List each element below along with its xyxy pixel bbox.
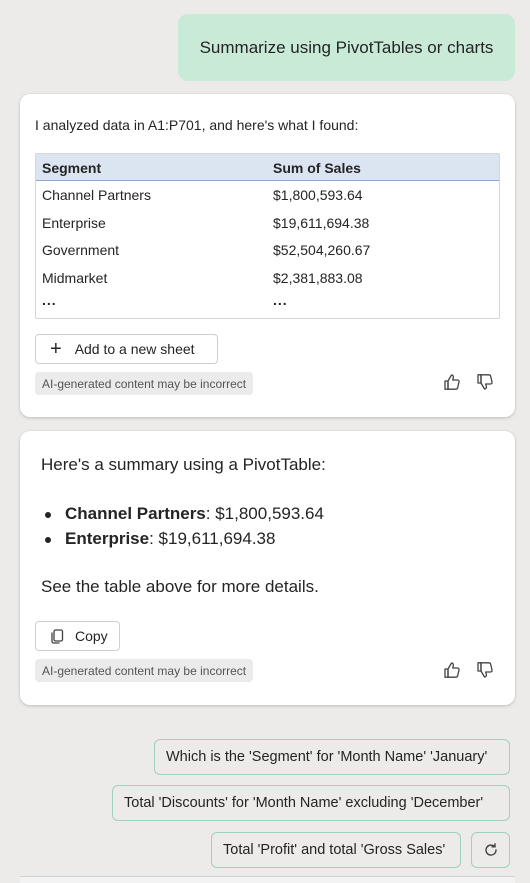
table-cell: Enterprise (42, 214, 106, 231)
suggestion-chip-profit-gross-sales[interactable]: Total 'Profit' and total 'Gross Sales' (211, 832, 461, 868)
see-more-text: See the table above for more details. (41, 577, 319, 596)
thumbs-up-icon[interactable] (442, 372, 462, 392)
table-row: Enterprise $19,611,694.38 (36, 209, 499, 237)
user-message-bubble: Summarize using PivotTables or charts (178, 14, 515, 81)
list-item-label: Enterprise (65, 529, 150, 548)
copy-icon (51, 629, 64, 644)
table-row: Midmarket $2,381,883.08 (36, 264, 499, 292)
refresh-suggestions-button[interactable] (471, 832, 510, 868)
ai-disclaimer-badge: AI-generated content may be incorrect (35, 372, 254, 395)
table-cell: $2,381,883.08 (273, 269, 363, 286)
suggestion-chip-discounts[interactable]: Total 'Discounts' for 'Month Name' exclu… (112, 785, 510, 821)
table-row: Channel Partners $1,800,593.64 (36, 181, 499, 209)
analysis-intro: I analyzed data in A1:P701, and here's w… (35, 117, 359, 133)
plus-icon: + (50, 338, 62, 360)
copy-button[interactable]: Copy (35, 621, 120, 651)
thumbs-down-icon[interactable] (475, 372, 495, 392)
copy-label: Copy (75, 628, 108, 644)
list-item-value: $19,611,694.38 (158, 529, 276, 548)
bullet-icon (45, 537, 51, 543)
table-header-row: Segment Sum of Sales (36, 154, 499, 181)
table-cell: Government (42, 242, 120, 258)
thumbs-down-icon[interactable] (475, 660, 495, 680)
list-item-value: $1,800,593.64 (215, 504, 324, 523)
list-item: Enterprise: $19,611,694.38 (45, 529, 324, 554)
results-table: Segment Sum of Sales Channel Partners $1… (35, 153, 500, 319)
refresh-icon (484, 843, 497, 856)
table-row-ellipsis: ... ... (36, 291, 499, 318)
table-cell: $1,800,593.64 (273, 187, 363, 203)
table-cell: ... (273, 292, 288, 308)
table-cell: $19,611,694.38 (273, 214, 370, 231)
user-message-text: Summarize using PivotTables or charts (199, 37, 494, 57)
table-row: Government $52,504,260.67 (36, 236, 499, 264)
add-to-new-sheet-button[interactable]: + Add to a new sheet (35, 334, 218, 364)
table-cell: ... (42, 292, 57, 308)
input-area-edge (20, 876, 515, 883)
response-card-summary: Here's a summary using a PivotTable: Cha… (20, 431, 515, 705)
table-cell: Midmarket (42, 269, 108, 286)
summary-list: Channel Partners: $1,800,593.64 Enterpri… (45, 504, 324, 554)
thumbs-up-icon[interactable] (442, 660, 462, 680)
summary-heading: Here's a summary using a PivotTable: (41, 455, 326, 474)
column-header-segment: Segment (42, 160, 102, 176)
response-card-analysis: I analyzed data in A1:P701, and here's w… (20, 94, 515, 417)
add-to-new-sheet-label: Add to a new sheet (74, 341, 195, 357)
column-header-sum-of-sales: Sum of Sales (273, 160, 361, 176)
table-cell: $52,504,260.67 (273, 242, 371, 258)
bullet-icon (45, 512, 51, 518)
table-cell: Channel Partners (42, 187, 151, 203)
suggestion-chip-segment-january[interactable]: Which is the 'Segment' for 'Month Name' … (154, 739, 510, 775)
list-item-label: Channel Partners (65, 504, 206, 523)
list-item: Channel Partners: $1,800,593.64 (45, 504, 324, 529)
ai-disclaimer-badge: AI-generated content may be incorrect (35, 659, 254, 682)
